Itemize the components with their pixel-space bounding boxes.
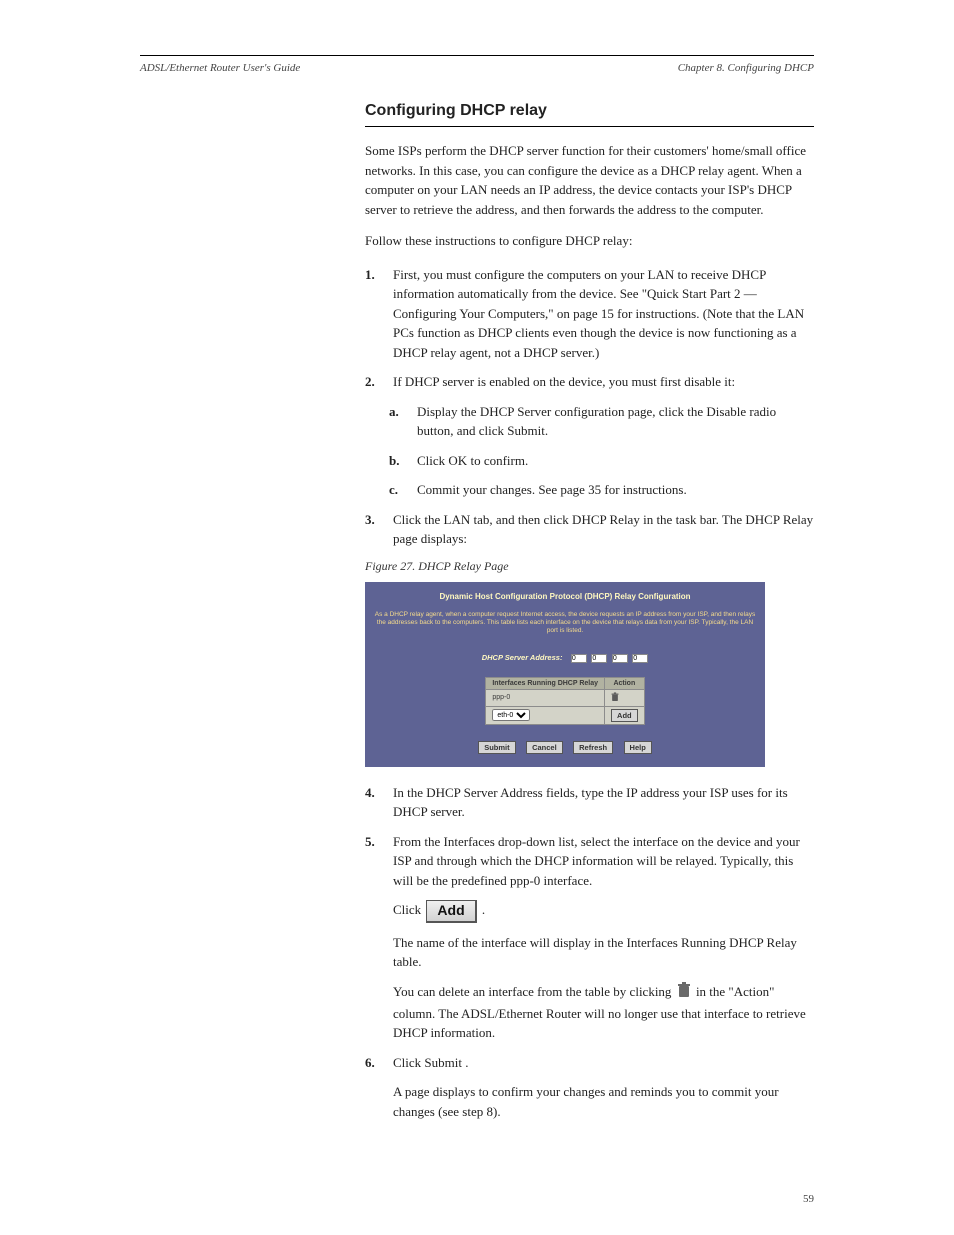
- refresh-button[interactable]: Refresh: [573, 741, 613, 754]
- ip-octet-2[interactable]: [591, 654, 607, 663]
- iface-select[interactable]: eth-0: [492, 709, 530, 721]
- step-2: 2. If DHCP server is enabled on the devi…: [365, 372, 814, 392]
- step-body: Display the DHCP Server configuration pa…: [417, 402, 814, 441]
- inline-ok-word: OK: [448, 453, 467, 468]
- step-body: In the DHCP Server Address fields, type …: [393, 783, 814, 822]
- step-delete-note: You can delete an interface from the tab…: [365, 982, 814, 1043]
- iface-name: ppp-0: [486, 689, 605, 706]
- step-number: c.: [389, 480, 407, 500]
- shot-button-row: Submit Cancel Refresh Help: [373, 737, 757, 755]
- step-number: 6.: [365, 1053, 383, 1073]
- shot-title: Dynamic Host Configuration Protocol (DHC…: [373, 592, 757, 601]
- step-body: A page displays to confirm your changes …: [393, 1082, 814, 1121]
- step-body: Commit your changes. See page 35 for ins…: [417, 480, 687, 500]
- step-2a: a. Display the DHCP Server configuration…: [389, 402, 814, 441]
- page-number: 59: [803, 1193, 814, 1205]
- step-number: 4.: [365, 783, 383, 822]
- step-number: 3.: [365, 510, 383, 549]
- table-row-add: eth-0 Add: [486, 706, 644, 724]
- step-body: From the Interfaces drop-down list, sele…: [393, 832, 814, 891]
- step-2b: b. Click OK to confirm.: [389, 451, 814, 471]
- section-heading: Configuring DHCP relay: [365, 102, 814, 120]
- steps-list: 1. First, you must configure the compute…: [365, 265, 814, 574]
- table-row: ppp-0: [486, 689, 644, 706]
- trash-icon: [677, 982, 691, 1004]
- section-para-1: Some ISPs perform the DHCP server functi…: [365, 141, 814, 219]
- ip-octet-4[interactable]: [632, 654, 648, 663]
- step-body: Click OK to confirm.: [417, 451, 528, 471]
- ip-octet-3[interactable]: [612, 654, 628, 663]
- dhcp-relay-screenshot: Dynamic Host Configuration Protocol (DHC…: [365, 582, 765, 767]
- trash-icon[interactable]: [611, 697, 619, 704]
- running-head: ADSL/Ethernet Router User's Guide Chapte…: [140, 62, 814, 74]
- step-number: 2.: [365, 372, 383, 392]
- step-3: 3. Click the LAN tab, and then click DHC…: [365, 510, 814, 549]
- inline-submit-word: Submit: [424, 1055, 462, 1070]
- figure-caption: Figure 27. DHCP Relay Page: [365, 559, 814, 574]
- step-1: 1. First, you must configure the compute…: [365, 265, 814, 363]
- running-head-right: Chapter 8. Configuring DHCP: [678, 62, 814, 74]
- shot-description: As a DHCP relay agent, when a computer r…: [373, 611, 757, 635]
- section-para-2: Follow these instructions to configure D…: [365, 231, 814, 251]
- post-steps: 4. In the DHCP Server Address fields, ty…: [365, 783, 814, 1121]
- step-body: First, you must configure the computers …: [393, 265, 814, 363]
- interfaces-table: Interfaces Running DHCP Relay Action ppp…: [485, 677, 644, 725]
- step-body: You can delete an interface from the tab…: [393, 982, 814, 1043]
- inline-submit-word: Submit: [507, 423, 545, 438]
- step-click-add: Click Add .: [365, 900, 814, 922]
- dhcp-server-address-row: DHCP Server Address:: [373, 647, 757, 665]
- step-6: 6. Click Submit .: [365, 1053, 814, 1073]
- step-number: 1.: [365, 265, 383, 363]
- section-rule: [365, 126, 814, 127]
- step-number: b.: [389, 451, 407, 471]
- table-header-action: Action: [605, 677, 645, 689]
- add-button[interactable]: Add: [611, 709, 638, 722]
- help-button[interactable]: Help: [624, 741, 652, 754]
- step-2c: c. Commit your changes. See page 35 for …: [389, 480, 814, 500]
- dhcp-server-address-label: DHCP Server Address:: [482, 653, 563, 662]
- step-body: The name of the interface will display i…: [393, 933, 814, 972]
- submit-button[interactable]: Submit: [478, 741, 515, 754]
- iface-action-cell: [605, 689, 645, 706]
- step-confirm-note: A page displays to confirm your changes …: [365, 1082, 814, 1121]
- step-body: Click Add .: [393, 900, 485, 922]
- running-head-left: ADSL/Ethernet Router User's Guide: [140, 62, 300, 74]
- step-body: If DHCP server is enabled on the device,…: [393, 372, 735, 392]
- step-add-result: The name of the interface will display i…: [365, 933, 814, 972]
- step-body: Click Submit .: [393, 1053, 469, 1073]
- step-5: 5. From the Interfaces drop-down list, s…: [365, 832, 814, 891]
- step-number: 5.: [365, 832, 383, 891]
- inline-add-button: Add: [426, 900, 476, 922]
- cancel-button[interactable]: Cancel: [526, 741, 563, 754]
- step-body: Click the LAN tab, and then click DHCP R…: [393, 510, 814, 549]
- step-number: a.: [389, 402, 407, 441]
- table-header-interfaces: Interfaces Running DHCP Relay: [486, 677, 605, 689]
- step-4: 4. In the DHCP Server Address fields, ty…: [365, 783, 814, 822]
- ip-octet-1[interactable]: [571, 654, 587, 663]
- top-rule: [140, 55, 814, 56]
